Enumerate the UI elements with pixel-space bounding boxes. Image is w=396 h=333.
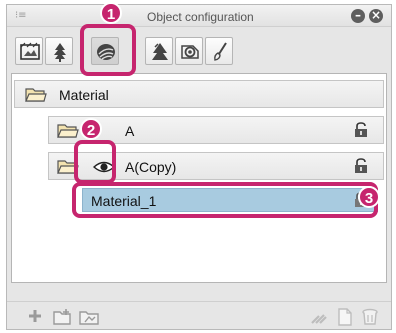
trash-icon[interactable] — [361, 308, 379, 326]
object-tree: Material A A(Copy) Material_1 — [11, 73, 387, 283]
close-icon[interactable]: × — [369, 9, 383, 23]
title-bar[interactable]: ⁝≡ Object configuration – × — [7, 5, 391, 27]
tree-large-button[interactable] — [145, 37, 173, 65]
tree-large-icon — [152, 43, 168, 60]
highlight-box-eye — [74, 140, 116, 184]
panel-title: Object configuration — [147, 10, 254, 24]
highlight-box-material-1 — [72, 182, 378, 218]
ring-tool-button[interactable] — [175, 37, 203, 65]
tree-row-label: A(Copy) — [125, 159, 177, 175]
frame-tool-icon — [20, 42, 40, 60]
toolbar — [11, 29, 391, 69]
add-icon[interactable] — [27, 308, 43, 324]
tree-row-label: Material — [59, 87, 109, 103]
object-configuration-panel: ⁝≡ Object configuration – × Material A A… — [6, 4, 392, 330]
tree-row-label: A — [125, 123, 135, 139]
lock-icon[interactable] — [353, 158, 369, 174]
frame-tool-button[interactable] — [15, 37, 43, 65]
annotation-badge-1: 1 — [100, 2, 122, 24]
highlight-box-material-tool — [80, 24, 136, 76]
bottom-toolbar — [7, 301, 391, 329]
grip-icon[interactable]: ⁝≡ — [15, 11, 29, 21]
annotation-badge-3: 3 — [358, 186, 380, 208]
tree-tool-icon — [54, 43, 66, 62]
tree-tool-button[interactable] — [45, 37, 73, 65]
duplicate-folder-icon[interactable] — [79, 308, 101, 326]
brush-tool-icon — [214, 42, 227, 61]
new-folder-icon[interactable] — [53, 308, 73, 326]
annotation-badge-2: 2 — [80, 118, 102, 140]
ring-tool-icon — [181, 45, 199, 59]
link-icon[interactable] — [309, 308, 329, 326]
brush-tool-button[interactable] — [205, 37, 233, 65]
minimize-icon[interactable]: – — [351, 9, 365, 23]
page-icon[interactable] — [337, 308, 353, 326]
folder-icon — [25, 88, 47, 102]
tree-row-material[interactable]: Material — [14, 80, 384, 108]
lock-icon[interactable] — [353, 122, 369, 138]
folder-icon — [57, 124, 79, 138]
